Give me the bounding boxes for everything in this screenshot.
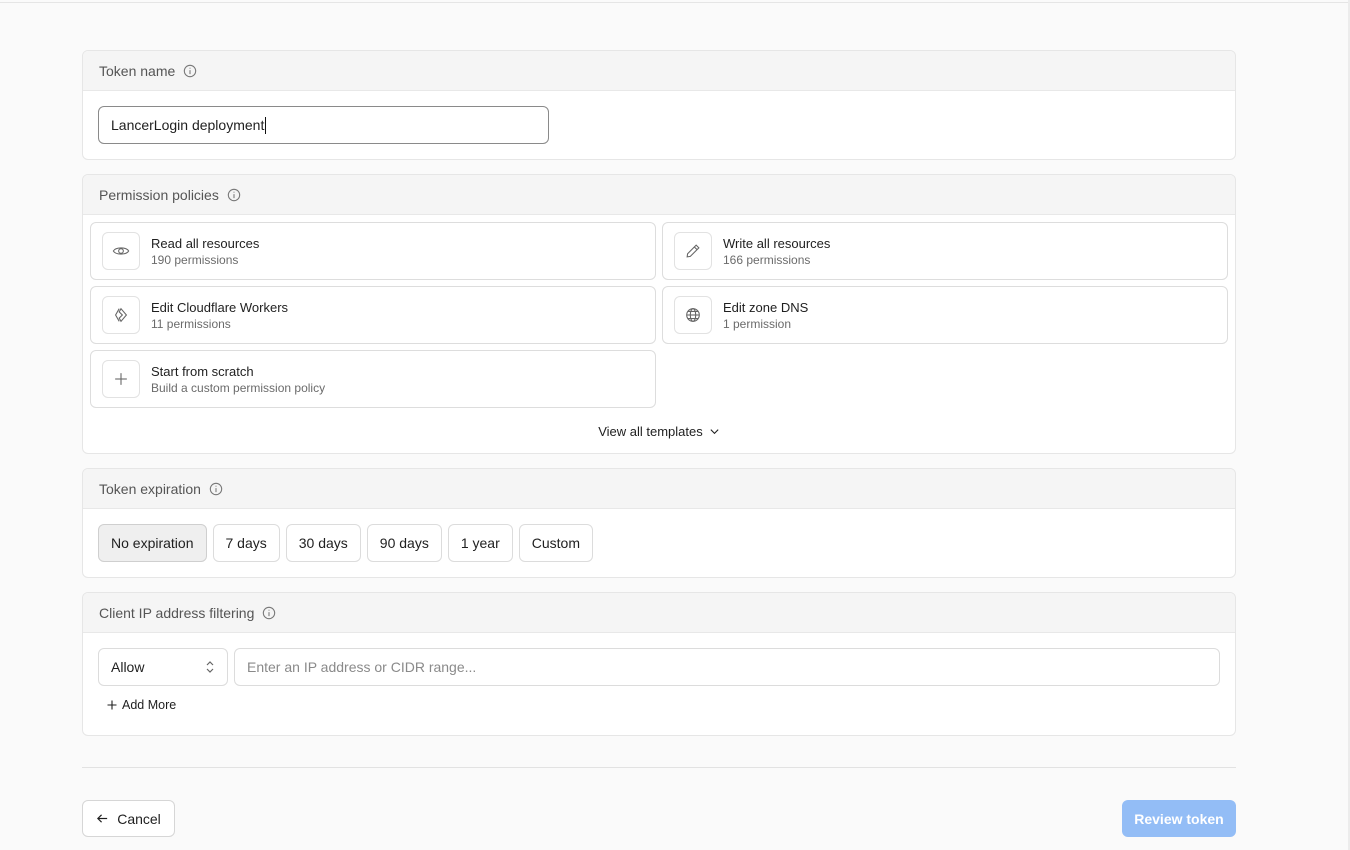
token-name-value: LancerLogin deployment <box>111 117 265 133</box>
template-subtitle: Build a custom permission policy <box>151 380 326 395</box>
plus-icon <box>107 700 117 710</box>
token-name-label: Token name <box>99 62 176 79</box>
top-divider <box>0 2 1350 3</box>
permission-policies-card: Permission policies Read all resources 1… <box>82 174 1236 454</box>
workers-icon <box>102 296 140 334</box>
ip-mode-select[interactable]: Allow <box>98 648 228 686</box>
info-icon[interactable] <box>227 188 241 202</box>
ip-filtering-card: Client IP address filtering Allow Add Mo… <box>82 592 1236 736</box>
expiration-option-30-days[interactable]: 30 days <box>285 524 361 562</box>
token-expiration-card: Token expiration No expiration 7 days 30… <box>82 468 1236 578</box>
ip-mode-value: Allow <box>111 659 145 675</box>
expiration-option-7-days[interactable]: 7 days <box>212 524 280 562</box>
template-edit-zone-dns[interactable]: Edit zone DNS 1 permission <box>662 286 1228 344</box>
template-subtitle: 166 permissions <box>723 252 811 267</box>
text-caret <box>265 116 267 134</box>
eye-icon <box>102 232 140 270</box>
token-name-input[interactable]: LancerLogin deployment <box>98 106 549 144</box>
info-icon[interactable] <box>209 482 223 496</box>
info-icon[interactable] <box>262 606 276 620</box>
token-name-card: Token name LancerLogin deployment <box>82 50 1236 160</box>
template-subtitle: 190 permissions <box>151 252 239 267</box>
expiration-option-custom[interactable]: Custom <box>518 524 593 562</box>
token-expiration-header: Token expiration <box>83 469 1235 509</box>
chevron-up-down-icon <box>206 661 214 673</box>
permission-policies-header: Permission policies <box>83 175 1235 215</box>
info-icon[interactable] <box>183 64 197 78</box>
add-more-button[interactable]: Add More <box>107 698 176 712</box>
template-title: Read all resources <box>151 235 260 251</box>
template-title: Edit zone DNS <box>723 299 809 315</box>
expiration-option-90-days[interactable]: 90 days <box>366 524 442 562</box>
template-read-all[interactable]: Read all resources 190 permissions <box>90 222 656 280</box>
plus-icon <box>102 360 140 398</box>
ip-address-input[interactable] <box>234 648 1220 686</box>
permission-policies-label: Permission policies <box>99 186 219 203</box>
review-token-button[interactable]: Review token <box>1122 800 1236 837</box>
ip-filtering-header: Client IP address filtering <box>83 593 1235 633</box>
token-name-header: Token name <box>83 51 1235 91</box>
view-all-templates-label: View all templates <box>598 424 703 439</box>
chevron-down-icon <box>710 429 719 435</box>
template-subtitle: 1 permission <box>723 316 792 331</box>
template-subtitle: 11 permissions <box>151 316 231 331</box>
template-title: Edit Cloudflare Workers <box>151 299 289 315</box>
ip-filtering-label: Client IP address filtering <box>99 604 255 621</box>
expiration-option-1-year[interactable]: 1 year <box>447 524 513 562</box>
add-more-label: Add More <box>122 698 177 712</box>
template-start-from-scratch[interactable]: Start from scratch Build a custom permis… <box>90 350 656 408</box>
view-all-templates-button[interactable]: View all templates <box>83 424 1235 439</box>
expiration-options: No expiration 7 days 30 days 90 days 1 y… <box>98 524 593 562</box>
globe-icon <box>674 296 712 334</box>
footer-divider <box>82 767 1236 768</box>
cancel-button[interactable]: Cancel <box>82 800 175 837</box>
arrow-left-icon <box>97 814 108 823</box>
template-title: Write all resources <box>723 235 831 251</box>
template-edit-workers[interactable]: Edit Cloudflare Workers 11 permissions <box>90 286 656 344</box>
template-write-all[interactable]: Write all resources 166 permissions <box>662 222 1228 280</box>
token-expiration-label: Token expiration <box>99 480 201 497</box>
template-title: Start from scratch <box>151 363 254 379</box>
pencil-icon <box>674 232 712 270</box>
cancel-label: Cancel <box>117 810 161 827</box>
expiration-option-no-expiration[interactable]: No expiration <box>98 524 207 562</box>
